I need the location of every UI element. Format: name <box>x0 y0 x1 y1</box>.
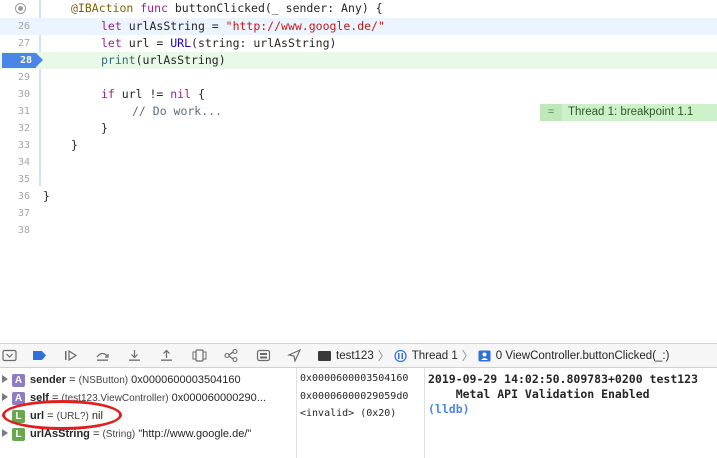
code-text: } <box>43 189 50 203</box>
variable-text: sender = (NSButton) 0x0000600003504160 <box>30 374 241 386</box>
chevron-right-icon: 〉 <box>377 349 390 363</box>
code-text: if url != nil { <box>101 87 205 101</box>
address-value: 0x0000600003504160 <box>300 373 409 384</box>
line-number: 31 <box>17 106 30 117</box>
local-badge-icon: L <box>12 410 25 423</box>
breadcrumb-thread[interactable]: Thread 1 <box>412 350 458 362</box>
line-number: 32 <box>17 123 30 134</box>
argument-badge-icon: A <box>12 374 25 387</box>
code-line[interactable]: 29 <box>0 69 717 86</box>
variable-text: url = (URL?) nil <box>30 410 103 422</box>
breakpoint-indicator[interactable]: 28 <box>2 53 43 68</box>
code-text: let url = URL(string: urlAsString) <box>101 36 337 50</box>
code-line[interactable]: 36 } <box>0 188 717 205</box>
breadcrumb-frame[interactable]: 0 ViewController.buttonClicked(_:) <box>496 350 670 362</box>
lldb-prompt[interactable]: (lldb) <box>428 402 470 417</box>
code-line[interactable]: 31 // Do work... <box>0 103 717 120</box>
code-line[interactable]: 38 <box>0 222 717 239</box>
code-line[interactable]: 35 <box>0 171 717 188</box>
code-line[interactable]: 32 } <box>0 120 717 137</box>
console-line: 2019-09-29 14:02:50.809783+0200 test123 <box>428 372 699 386</box>
disclosure-triangle-icon[interactable] <box>2 429 8 437</box>
address-value: 0x00006000029059d0 <box>300 391 409 402</box>
code-text: } <box>101 121 108 135</box>
code-text: print(urlAsString) <box>101 53 226 67</box>
variables-view[interactable]: A sender = (NSButton) 0x0000600003504160… <box>0 368 297 458</box>
code-line[interactable]: 37 <box>0 205 717 222</box>
continue-icon[interactable] <box>61 347 79 364</box>
step-out-icon[interactable] <box>157 347 175 364</box>
line-number: 33 <box>17 140 30 151</box>
code-text: let urlAsString = "http://www.google.de/… <box>101 19 385 33</box>
line-number: 35 <box>17 174 30 185</box>
source-editor[interactable]: @IBAction func buttonClicked(_ sender: A… <box>0 0 717 342</box>
code-line[interactable]: 27 let url = URL(string: urlAsString) <box>0 35 717 52</box>
view-hierarchy-icon[interactable] <box>190 347 208 364</box>
step-over-icon[interactable] <box>93 347 111 364</box>
disclosure-triangle-icon[interactable] <box>2 375 8 383</box>
disclosure-triangle-icon[interactable] <box>2 393 8 401</box>
terminal-icon <box>318 350 331 362</box>
line-number: 30 <box>17 89 30 100</box>
code-line[interactable]: @IBAction func buttonClicked(_ sender: A… <box>0 0 717 17</box>
connection-outlet-icon[interactable] <box>15 3 26 14</box>
line-number: 36 <box>17 191 30 202</box>
argument-badge-icon: A <box>12 392 25 405</box>
variable-row[interactable]: L url = (URL?) nil <box>0 407 296 425</box>
code-line[interactable]: 26 let urlAsString = "http://www.google.… <box>0 18 717 35</box>
code-text: // Do work... <box>132 104 223 118</box>
stack-frame-icon <box>478 350 491 362</box>
address-value: <invalid> (0x20) <box>300 408 397 419</box>
code-text: } <box>71 138 78 152</box>
environment-overrides-icon[interactable] <box>254 347 272 364</box>
breakpoints-toggle-icon[interactable] <box>30 347 48 364</box>
debug-console[interactable]: 2019-09-29 14:02:50.809783+0200 test123 … <box>425 368 717 458</box>
summary-column: 0x0000600003504160 0x00006000029059d0 <i… <box>297 368 425 458</box>
line-number: 34 <box>17 157 30 168</box>
line-number: 37 <box>17 208 30 219</box>
variable-text: self = (test123.ViewController) 0x000060… <box>30 392 266 404</box>
thread-icon <box>394 349 407 362</box>
breadcrumb-process[interactable]: test123 <box>336 350 374 362</box>
code-text: @IBAction func buttonClicked(_ sender: A… <box>71 1 383 15</box>
memory-graph-icon[interactable] <box>222 347 240 364</box>
code-line[interactable]: 33 } <box>0 137 717 154</box>
step-into-icon[interactable] <box>125 347 143 364</box>
hide-debug-area-icon[interactable] <box>0 347 18 364</box>
variable-row[interactable]: A self = (test123.ViewController) 0x0000… <box>0 389 296 407</box>
debug-breadcrumb: test123 〉 Thread 1 〉 0 ViewController.bu… <box>318 344 669 367</box>
console-line: Metal API Validation Enabled <box>428 387 650 401</box>
code-line[interactable]: 34 <box>0 154 717 171</box>
variable-row[interactable]: A sender = (NSButton) 0x0000600003504160 <box>0 371 296 389</box>
line-number: 26 <box>17 21 30 32</box>
simulate-location-icon[interactable] <box>285 347 303 364</box>
code-line[interactable]: 30 if url != nil { <box>0 86 717 103</box>
code-line-current[interactable]: 28 print(urlAsString) = Thread 1: breakp… <box>0 52 717 121</box>
local-badge-icon: L <box>12 428 25 441</box>
variable-row[interactable]: L urlAsString = (String) "http://www.goo… <box>0 425 296 443</box>
line-number: 27 <box>17 38 30 49</box>
line-number: 29 <box>17 72 30 83</box>
line-number: 38 <box>17 225 30 236</box>
variable-text: urlAsString = (String) "http://www.googl… <box>30 428 252 440</box>
debug-bar: test123 〉 Thread 1 〉 0 ViewController.bu… <box>0 343 717 368</box>
chevron-right-icon: 〉 <box>461 349 474 363</box>
